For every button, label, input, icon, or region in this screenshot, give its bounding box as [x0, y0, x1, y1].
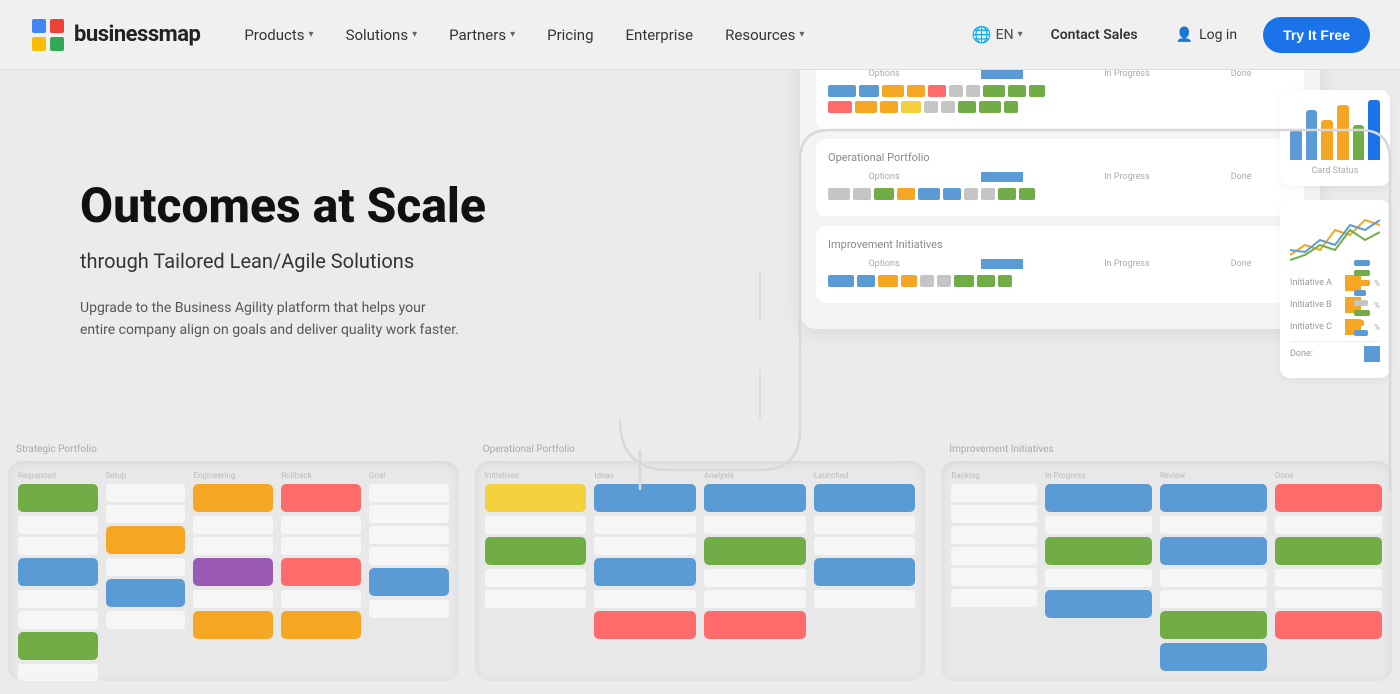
done-row: Done: 42 — [1290, 341, 1380, 362]
nav-solutions[interactable]: Solutions ▾ — [332, 20, 432, 50]
chevron-down-icon: ▾ — [510, 29, 515, 40]
col-requested: Requested — [981, 69, 1024, 79]
bar-row-3 — [828, 188, 1292, 200]
header-right: 🌐 EN ▾ Contact Sales 👤 Log in Try It Fre… — [972, 17, 1370, 53]
logo-icon — [30, 17, 66, 53]
hero-subtitle: through Tailored Lean/Agile Solutions — [80, 249, 486, 273]
nav-products[interactable]: Products ▾ — [230, 20, 327, 50]
kanban-col-2a: Initiatives — [485, 471, 587, 643]
kanban-col-3b: In Progress — [1045, 471, 1152, 675]
contact-sales-button[interactable]: Contact Sales — [1039, 21, 1150, 49]
kanban-board-2: Operational Portfolio Initiatives Ideas — [467, 444, 934, 694]
kanban-label-1: Strategic Portfolio — [8, 444, 459, 455]
portfolio-headers-3: Options Requested In Progress Done — [828, 259, 1292, 269]
col-options: Options — [868, 69, 899, 79]
portfolio-title-3: Improvement Initiatives — [828, 238, 1292, 251]
portfolio-headers-2: Options Requested In Progress Done — [828, 172, 1292, 182]
try-free-button[interactable]: Try It Free — [1263, 17, 1370, 53]
login-button[interactable]: 👤 Log in — [1166, 21, 1247, 49]
chevron-down-icon: ▾ — [799, 29, 804, 40]
kanban-columns-3: Backlog In Progress — [951, 471, 1382, 675]
kanban-board-3: Improvement Initiatives Backlog In Progr… — [933, 444, 1400, 694]
col-done: Done — [1231, 69, 1252, 79]
logo[interactable]: businessmap — [30, 17, 200, 53]
kanban-board-1: Strategic Portfolio Requested — [0, 444, 467, 694]
kanban-columns-2: Initiatives Ideas — [485, 471, 916, 643]
line-chart-panel: Initiative A 24 % Initiative B 49 % Init… — [1280, 200, 1390, 378]
kanban-col-3d: Done — [1275, 471, 1382, 675]
nav-enterprise[interactable]: Enterprise — [612, 20, 708, 50]
hero-description: Upgrade to the Business Agility platform… — [80, 297, 460, 342]
improvement-initiatives: Improvement Initiatives Options Requeste… — [816, 226, 1304, 303]
kanban-col-2d: Launched — [814, 471, 916, 643]
kanban-col-3a: Backlog — [951, 471, 1037, 675]
hero-section: Outcomes at Scale through Tailored Lean/… — [0, 0, 1400, 694]
chevron-down-icon: ▾ — [412, 29, 417, 40]
globe-icon: 🌐 — [972, 25, 992, 44]
hero-title: Outcomes at Scale — [80, 180, 486, 233]
kanban-col-1b: Setup — [106, 471, 186, 681]
kanban-inner-1: Requested Setup — [8, 461, 459, 681]
bar-chart — [1290, 100, 1380, 160]
kanban-inner-2: Initiatives Ideas — [475, 461, 926, 681]
kanban-label-3: Improvement Initiatives — [941, 444, 1392, 455]
nav-pricing[interactable]: Pricing — [533, 20, 607, 50]
chart-label: Card Status — [1290, 166, 1380, 176]
line-chart — [1290, 210, 1380, 265]
kanban-col-1d: Rollback — [281, 471, 361, 681]
kanban-section: Strategic Portfolio Requested — [0, 444, 1400, 694]
chevron-down-icon: ▾ — [1018, 29, 1023, 40]
portfolio-title-2: Operational Portfolio — [828, 151, 1292, 164]
kanban-columns-1: Requested Setup — [18, 471, 449, 681]
kanban-col-2c: Analysis — [704, 471, 806, 643]
kanban-col-1c: Engineering — [193, 471, 273, 681]
bar-chart-panel: Card Status — [1280, 90, 1390, 186]
logo-text: businessmap — [74, 22, 200, 47]
kanban-label-2: Operational Portfolio — [475, 444, 926, 455]
bar-row-1 — [828, 85, 1292, 97]
kanban-inner-3: Backlog In Progress — [941, 461, 1392, 681]
kanban-col-1e: Goal — [369, 471, 449, 681]
bar-row-4 — [828, 275, 1292, 287]
bar-row-2 — [828, 101, 1292, 113]
horizontal-bars-panel — [1354, 260, 1370, 336]
col-in-progress: In Progress — [1104, 69, 1150, 79]
main-nav: Products ▾ Solutions ▾ Partners ▾ Pricin… — [230, 20, 971, 50]
kanban-col-3c: Review — [1160, 471, 1267, 675]
kanban-col-1a: Requested — [18, 471, 98, 681]
hero-content: Outcomes at Scale through Tailored Lean/… — [80, 180, 486, 342]
operational-portfolio: Operational Portfolio Options Requested … — [816, 139, 1304, 216]
chevron-down-icon: ▾ — [309, 29, 314, 40]
nav-partners[interactable]: Partners ▾ — [435, 20, 529, 50]
user-icon: 👤 — [1176, 27, 1193, 43]
portfolio-headers: Options Requested In Progress Done — [828, 69, 1292, 79]
language-selector[interactable]: 🌐 EN ▾ — [972, 25, 1023, 44]
kanban-col-2b: Ideas — [594, 471, 696, 643]
nav-resources[interactable]: Resources ▾ — [711, 20, 818, 50]
